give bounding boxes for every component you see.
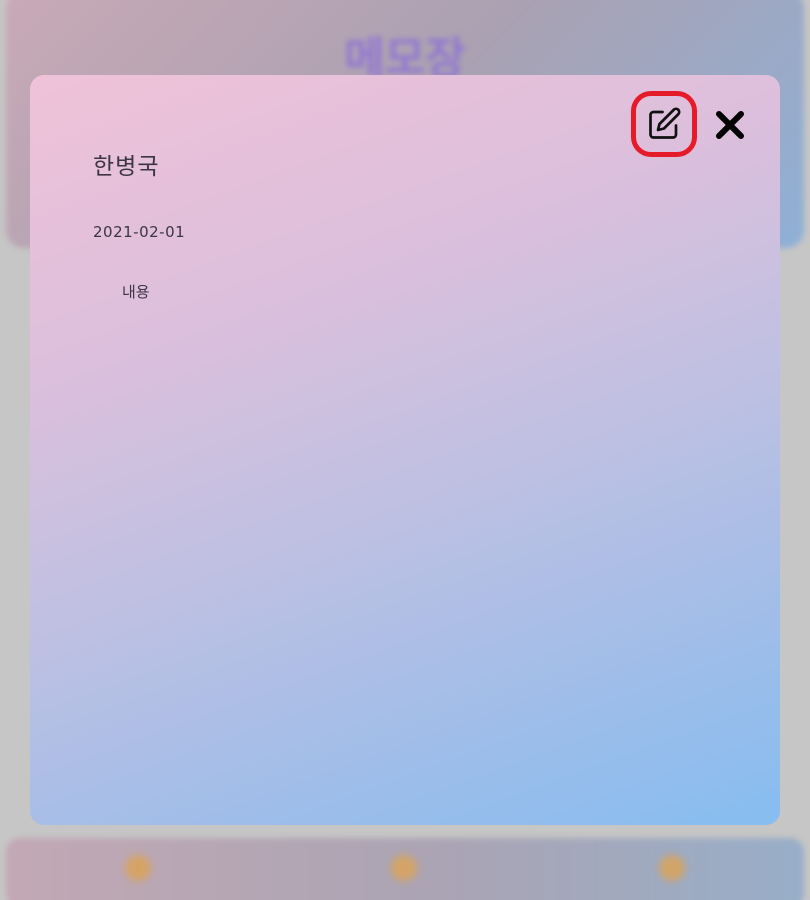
edit-icon (649, 107, 681, 139)
tab-icon-left (125, 855, 151, 881)
note-content: 내용 (122, 283, 150, 301)
tab-icon-center (391, 855, 417, 881)
note-title: 한병국 (93, 154, 160, 180)
close-button[interactable] (713, 108, 747, 142)
edit-button[interactable] (631, 91, 697, 157)
note-date: 2021-02-01 (93, 223, 186, 241)
note-detail-modal: 한병국 2021-02-01 내용 (30, 75, 780, 825)
screen: 메모장 한병국 2021-02-01 내용 (0, 0, 810, 900)
close-icon (716, 111, 744, 139)
tab-icon-right (659, 855, 685, 881)
